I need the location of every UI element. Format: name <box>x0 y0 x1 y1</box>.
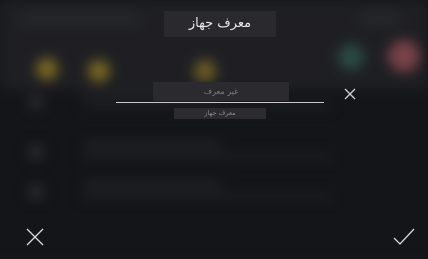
clear-input-button[interactable] <box>342 86 358 102</box>
device-id-dialog-screen: معرف جهاز معرف جهاز <box>0 0 428 259</box>
device-id-field[interactable] <box>116 82 326 104</box>
device-id-input[interactable] <box>153 82 289 101</box>
close-icon <box>344 88 356 100</box>
dialog-title: معرف جهاز <box>164 11 276 37</box>
dim-overlay <box>0 0 428 259</box>
check-icon <box>393 228 415 245</box>
input-underline <box>116 102 324 103</box>
close-icon <box>26 228 44 246</box>
input-hint-label: معرف جهاز <box>174 108 266 119</box>
input-background <box>153 82 289 101</box>
cancel-button[interactable] <box>24 226 46 248</box>
confirm-button[interactable] <box>392 226 416 248</box>
